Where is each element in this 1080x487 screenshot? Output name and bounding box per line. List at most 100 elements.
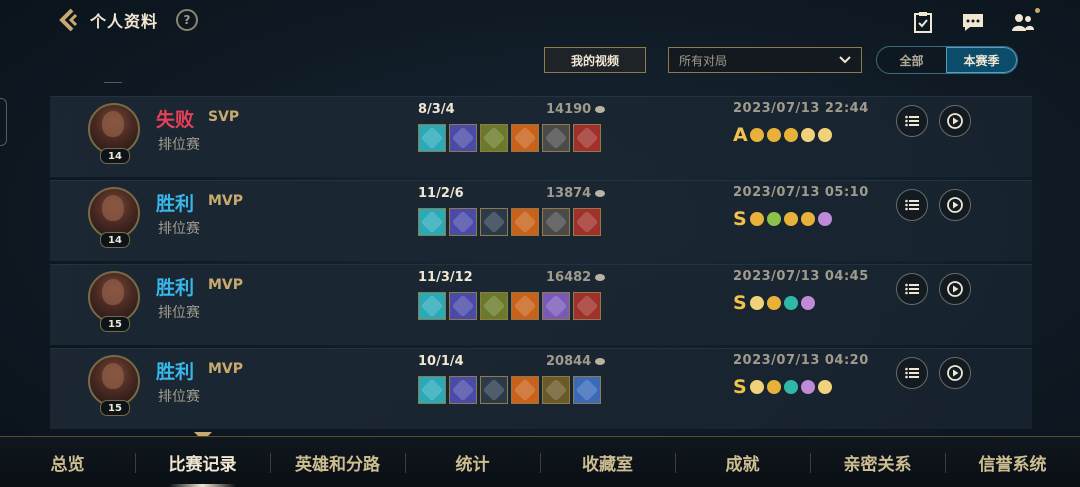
list-icon bbox=[905, 199, 919, 211]
item-icon[interactable] bbox=[418, 208, 446, 236]
game-mode: 排位赛 bbox=[158, 221, 200, 237]
match-result: 失败 bbox=[156, 109, 195, 131]
rank-letter: S bbox=[733, 292, 747, 314]
chevron-down-icon bbox=[839, 56, 851, 64]
nav-tab[interactable]: 英雄和分路 bbox=[270, 437, 405, 487]
item-icon[interactable] bbox=[573, 208, 601, 236]
match-filter-value: 所有对局 bbox=[679, 53, 728, 68]
match-replay-button[interactable] bbox=[939, 273, 971, 305]
champion-level-badge: 15 bbox=[100, 316, 130, 332]
item-icon[interactable] bbox=[480, 124, 508, 152]
notification-dot bbox=[1035, 8, 1040, 13]
item-icon[interactable] bbox=[449, 376, 477, 404]
achievement-icon bbox=[784, 296, 798, 310]
achievement-icon bbox=[750, 380, 764, 394]
match-result: 胜利 bbox=[156, 277, 195, 299]
gold-earned: 14190 bbox=[546, 102, 606, 117]
side-drawer-handle[interactable] bbox=[0, 98, 7, 146]
list-icon bbox=[905, 283, 919, 295]
achievement-icon bbox=[801, 380, 815, 394]
achievement-icon bbox=[818, 128, 832, 142]
match-details-button[interactable] bbox=[896, 273, 928, 305]
match-date: 2023/07/13 04:20 bbox=[733, 353, 869, 368]
tab-all[interactable]: 全部 bbox=[877, 47, 946, 73]
gold-value: 14190 bbox=[546, 102, 592, 117]
gold-value: 16482 bbox=[546, 270, 592, 285]
performance-grade: MVP bbox=[208, 193, 244, 209]
match-details-button[interactable] bbox=[896, 105, 928, 137]
item-icon[interactable] bbox=[418, 124, 446, 152]
nav-tab[interactable]: 亲密关系 bbox=[810, 437, 945, 487]
gold-earned: 13874 bbox=[546, 186, 606, 201]
match-replay-button[interactable] bbox=[939, 357, 971, 389]
achievement-badges: S bbox=[733, 208, 832, 230]
item-icon[interactable] bbox=[573, 292, 601, 320]
nav-tab[interactable]: 统计 bbox=[405, 437, 540, 487]
item-icon[interactable] bbox=[511, 292, 539, 320]
replay-icon bbox=[947, 113, 963, 129]
item-icon[interactable] bbox=[542, 124, 570, 152]
clipboard-icon[interactable] bbox=[910, 10, 936, 34]
match-row[interactable]: 14 胜利 MVP 排位赛 11/2/6 13874 2023/07/13 05… bbox=[50, 180, 1032, 261]
item-icon[interactable] bbox=[573, 124, 601, 152]
achievement-icon bbox=[767, 212, 781, 226]
divider bbox=[104, 82, 122, 83]
gold-icon bbox=[595, 274, 606, 281]
item-icon[interactable] bbox=[418, 376, 446, 404]
match-replay-button[interactable] bbox=[939, 105, 971, 137]
item-icon[interactable] bbox=[511, 124, 539, 152]
item-icon[interactable] bbox=[480, 208, 508, 236]
achievement-icon bbox=[818, 380, 832, 394]
chat-icon[interactable] bbox=[960, 10, 986, 34]
item-icon[interactable] bbox=[511, 208, 539, 236]
item-icon[interactable] bbox=[449, 292, 477, 320]
match-row[interactable]: 14 失败 SVP 排位赛 8/3/4 14190 2023/07/13 22:… bbox=[50, 96, 1032, 177]
match-row[interactable]: 15 胜利 MVP 排位赛 10/1/4 20844 2023/07/13 04… bbox=[50, 348, 1032, 429]
achievement-badges: S bbox=[733, 376, 832, 398]
achievement-icon bbox=[767, 380, 781, 394]
item-icon[interactable] bbox=[418, 292, 446, 320]
champion-level-badge: 14 bbox=[100, 148, 130, 164]
header: 个人资料 ? bbox=[58, 8, 199, 32]
match-filter-select[interactable]: 所有对局 bbox=[668, 47, 862, 73]
kda: 10/1/4 bbox=[418, 354, 464, 369]
match-date: 2023/07/13 04:45 bbox=[733, 269, 869, 284]
kda: 11/3/12 bbox=[418, 270, 473, 285]
item-slots bbox=[418, 292, 601, 320]
match-details-button[interactable] bbox=[896, 189, 928, 221]
bottom-nav: 总览 比赛记录 英雄和分路 统计 收藏室 成就 亲密关系 信誉系统 bbox=[0, 436, 1080, 487]
nav-tab[interactable]: 总览 bbox=[0, 437, 135, 487]
item-icon[interactable] bbox=[449, 208, 477, 236]
achievement-icon bbox=[818, 212, 832, 226]
item-slots bbox=[418, 124, 601, 152]
match-details-button[interactable] bbox=[896, 357, 928, 389]
match-replay-button[interactable] bbox=[939, 189, 971, 221]
friends-icon[interactable] bbox=[1010, 8, 1040, 34]
achievement-icon bbox=[750, 128, 764, 142]
nav-tab[interactable]: 成就 bbox=[675, 437, 810, 487]
performance-grade: SVP bbox=[208, 109, 240, 125]
performance-grade: MVP bbox=[208, 277, 244, 293]
item-icon[interactable] bbox=[480, 376, 508, 404]
item-slots bbox=[418, 376, 601, 404]
nav-tab[interactable]: 比赛记录 bbox=[135, 437, 270, 487]
item-icon[interactable] bbox=[573, 376, 601, 404]
back-icon[interactable] bbox=[58, 8, 80, 32]
item-icon[interactable] bbox=[449, 124, 477, 152]
gold-icon bbox=[595, 190, 606, 197]
item-icon[interactable] bbox=[542, 376, 570, 404]
item-icon[interactable] bbox=[542, 292, 570, 320]
nav-tab[interactable]: 信誉系统 bbox=[945, 437, 1080, 487]
achievement-icon bbox=[784, 380, 798, 394]
tab-current-season[interactable]: 本赛季 bbox=[946, 47, 1017, 73]
champion-level-badge: 14 bbox=[100, 232, 130, 248]
achievement-badges: A bbox=[733, 124, 832, 146]
item-icon[interactable] bbox=[480, 292, 508, 320]
match-row[interactable]: 15 胜利 MVP 排位赛 11/3/12 16482 2023/07/13 0… bbox=[50, 264, 1032, 345]
help-icon[interactable]: ? bbox=[176, 9, 199, 31]
header-actions bbox=[910, 8, 1040, 34]
item-icon[interactable] bbox=[511, 376, 539, 404]
nav-tab[interactable]: 收藏室 bbox=[540, 437, 675, 487]
item-icon[interactable] bbox=[542, 208, 570, 236]
my-videos-button[interactable]: 我的视频 bbox=[544, 47, 646, 73]
